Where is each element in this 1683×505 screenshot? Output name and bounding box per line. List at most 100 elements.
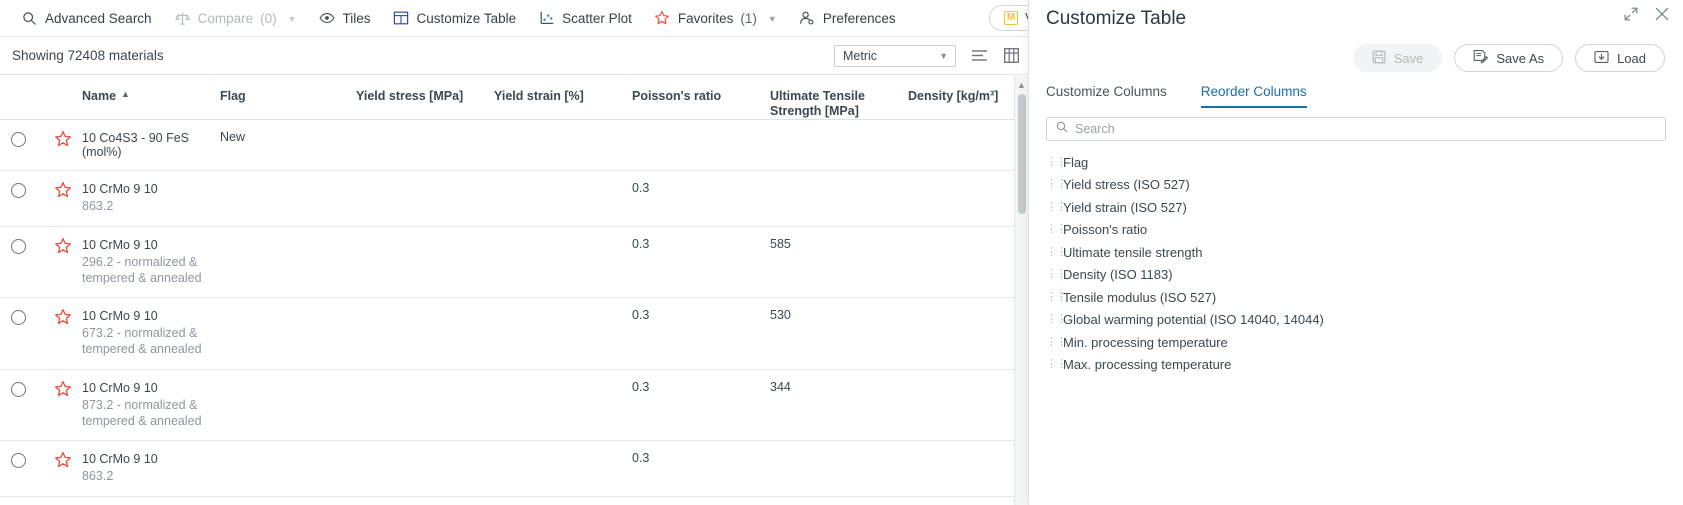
toolbar-compare[interactable]: Compare (0) ▼ — [163, 0, 308, 36]
close-icon[interactable] — [1654, 6, 1669, 21]
scroll-thumb[interactable] — [1017, 94, 1026, 214]
reorder-column-item[interactable]: ⋮⋮ Tensile modulus (ISO 527) — [1046, 286, 1683, 309]
row-select-radio[interactable] — [11, 132, 26, 147]
customize-table-panel: Customize Table Save Save As Load Custom… — [1028, 0, 1683, 505]
list-view-toggle[interactable] — [970, 47, 988, 65]
table-header-row: Name ▲ Flag Yield stress [MPa] Yield stra… — [0, 76, 1028, 120]
th-name[interactable]: Name ▲ — [82, 89, 220, 104]
tab-customize-columns[interactable]: Customize Columns — [1046, 84, 1167, 108]
material-subtitle: 863.2 — [82, 199, 114, 213]
drag-handle-icon[interactable]: ⋮⋮ — [1046, 291, 1067, 303]
favorite-star-icon[interactable] — [54, 380, 72, 398]
table-row[interactable]: 10 CrMo 9 10 673.2 - normalized & tempere… — [0, 298, 1028, 370]
column-search-box[interactable] — [1046, 117, 1666, 141]
cell-flag: New — [220, 130, 246, 144]
row-select-radio[interactable] — [11, 238, 26, 254]
table-row[interactable]: 10 CrMo 9 10 863.2 0.3 — [0, 171, 1028, 227]
search-icon — [1056, 120, 1068, 138]
load-button[interactable]: Load — [1575, 44, 1665, 72]
reorder-column-item[interactable]: ⋮⋮ Ultimate tensile strength — [1046, 241, 1683, 264]
drag-handle-icon[interactable]: ⋮⋮ — [1046, 246, 1067, 258]
table-row[interactable]: 10 CrMo 9 10 863.2 0.3 — [0, 441, 1028, 497]
cell-uts: 344 — [770, 379, 791, 394]
table-row[interactable]: 10 CrMo 9 10296.2 - normalized & tempere… — [0, 227, 1028, 299]
drag-handle-icon[interactable]: ⋮⋮ — [1046, 224, 1067, 235]
material-name: 10 CrMo 9 10 — [82, 309, 158, 324]
reorder-column-item[interactable]: ⋮⋮ Density (ISO 1183) — [1046, 264, 1683, 287]
scroll-up-icon[interactable]: ▲ — [1017, 80, 1026, 90]
subbar-right-controls: Metric ▼ — [834, 37, 1020, 74]
table-row[interactable]: 10 CrMo 9 10 873.2 - normalized & tempere… — [0, 370, 1028, 442]
favorite-star-icon[interactable] — [54, 237, 72, 255]
chevron-down-icon: ▼ — [767, 13, 777, 24]
th-yield-strain[interactable]: Yield strain [%] — [494, 89, 632, 104]
save-button-label: Save — [1393, 50, 1424, 66]
toolbar-tiles[interactable]: Tiles — [308, 0, 382, 36]
table-row[interactable]: 10 Co4S3 - 90 FeS (mol%) New — [0, 120, 1028, 171]
th-poissons-ratio[interactable]: Poisson's ratio — [632, 89, 770, 104]
results-subbar: Showing 72408 materials Metric ▼ — [0, 37, 1028, 75]
favorite-star-icon[interactable] — [54, 308, 72, 326]
visit-mbase-button[interactable]: M Visit M-Base — [989, 5, 1028, 31]
reorder-column-item[interactable]: ⋮⋮ Global warming potential (ISO 14040, 1… — [1046, 309, 1683, 332]
th-ultimate-tensile-strength[interactable]: Ultimate Tensile Strength [MPa] — [770, 89, 908, 120]
unit-system-select[interactable]: Metric ▼ — [834, 44, 956, 67]
row-select-radio[interactable] — [11, 381, 26, 397]
toolbar-customize-table[interactable]: Customize Table — [382, 0, 528, 36]
table-body: 10 Co4S3 - 90 FeS (mol%) New 10 CrMo 9 10 8… — [0, 120, 1028, 505]
reorder-column-item[interactable]: ⋮⋮ Yield strain (ISO 527) — [1046, 196, 1683, 219]
reorder-column-label: Min. processing temperature — [1063, 334, 1228, 350]
cell-name: 10 Co4S3 - 90 FeS (mol%) — [82, 131, 220, 159]
favorite-star-icon[interactable] — [54, 451, 72, 469]
save-as-button[interactable]: Save As — [1454, 44, 1564, 72]
reorder-column-item[interactable]: ⋮⋮ Flag — [1046, 151, 1683, 174]
toolbar-compare-count: (0) — [260, 10, 277, 26]
table-row[interactable]: 10 CrMo 9 10296.2 - normalized & tempere… — [0, 497, 1028, 505]
tab-reorder-columns[interactable]: Reorder Columns — [1200, 84, 1307, 108]
reorder-column-label: Yield strain (ISO 527) — [1063, 199, 1187, 215]
drag-handle-icon[interactable]: ⋮⋮ — [1046, 156, 1067, 168]
expand-icon[interactable] — [1623, 6, 1638, 21]
sort-asc-icon: ▲ — [121, 89, 130, 99]
drag-handle-icon[interactable]: ⋮⋮ — [1046, 314, 1067, 325]
th-yield-stress[interactable]: Yield stress [MPa] — [356, 89, 494, 104]
cell-uts: 530 — [770, 308, 791, 323]
toolbar-favorites-label: Favorites — [677, 10, 734, 26]
drag-handle-icon[interactable]: ⋮⋮ — [1046, 201, 1067, 213]
cell-name: 10 CrMo 9 10 863.2 — [82, 182, 220, 215]
drag-handle-icon[interactable]: ⋮⋮ — [1046, 269, 1067, 280]
cell-poissons-ratio: 0.3 — [632, 379, 650, 394]
reorder-column-item[interactable]: ⋮⋮ Poisson's ratio — [1046, 219, 1683, 242]
reorder-column-item[interactable]: ⋮⋮ Min. processing temperature — [1046, 331, 1683, 354]
favorite-star-icon[interactable] — [54, 130, 72, 148]
toolbar-advanced-search[interactable]: Advanced Search — [10, 0, 163, 36]
save-button[interactable]: Save — [1352, 44, 1443, 72]
drag-handle-icon[interactable]: ⋮⋮ — [1046, 336, 1067, 348]
row-select-radio[interactable] — [11, 453, 26, 469]
toolbar-favorites-count: (1) — [740, 10, 757, 26]
cell-name: 10 CrMo 9 10 673.2 - normalized & tempere… — [82, 309, 220, 358]
grid-view-toggle[interactable] — [1002, 47, 1020, 65]
panel-title: Customize Table — [1046, 7, 1187, 29]
toolbar-scatter-plot[interactable]: Scatter Plot — [527, 0, 643, 36]
save-icon — [1372, 50, 1386, 67]
toolbar-preferences[interactable]: Preferences — [788, 0, 907, 36]
toolbar-tiles-label: Tiles — [342, 10, 371, 26]
drag-handle-icon[interactable]: ⋮⋮ — [1046, 179, 1067, 190]
th-flag[interactable]: Flag — [220, 89, 356, 104]
favorite-star-icon[interactable] — [54, 181, 72, 199]
reorder-column-item[interactable]: ⋮⋮ Yield stress (ISO 527) — [1046, 174, 1683, 197]
toolbar-favorites[interactable]: Favorites (1) ▼ — [643, 0, 788, 36]
row-select-radio[interactable] — [11, 310, 26, 326]
column-search-input[interactable] — [1075, 122, 1656, 136]
row-select-radio[interactable] — [11, 183, 26, 198]
mbase-logo-icon: M — [1004, 11, 1019, 25]
user-gear-icon — [799, 10, 816, 27]
main-scrollbar[interactable]: ▲ — [1014, 76, 1028, 505]
reorder-column-label: Global warming potential (ISO 14040, 140… — [1063, 312, 1324, 328]
th-density[interactable]: Density [kg/m³] — [908, 89, 1028, 104]
compare-icon — [174, 10, 191, 27]
reorder-column-item[interactable]: ⋮⋮ Max. processing temperature — [1046, 354, 1683, 377]
material-name: 10 CrMo 9 10 — [82, 380, 158, 395]
drag-handle-icon[interactable]: ⋮⋮ — [1046, 359, 1067, 370]
